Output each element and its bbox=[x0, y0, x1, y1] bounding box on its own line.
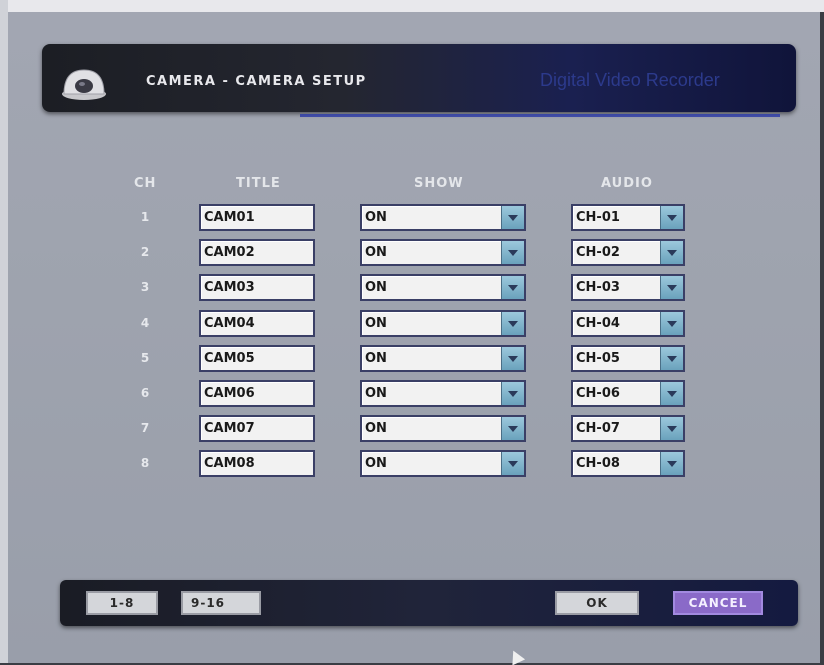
camera-title-input[interactable]: CAM05 bbox=[199, 345, 315, 372]
show-select[interactable]: ON bbox=[360, 415, 526, 442]
camera-title-input[interactable]: CAM06 bbox=[199, 380, 315, 407]
chevron-down-icon[interactable] bbox=[501, 241, 524, 264]
audio-select-value: CH-07 bbox=[576, 421, 620, 436]
show-select[interactable]: ON bbox=[360, 345, 526, 372]
audio-select[interactable]: CH-07 bbox=[571, 415, 685, 442]
chevron-down-icon[interactable] bbox=[501, 417, 524, 440]
chevron-down-icon[interactable] bbox=[660, 347, 683, 370]
dome-camera-icon bbox=[56, 64, 112, 104]
camera-title-input[interactable]: CAM04 bbox=[199, 310, 315, 337]
camera-title-input[interactable]: CAM02 bbox=[199, 239, 315, 266]
channel-number: 4 bbox=[140, 316, 150, 330]
show-select-value: ON bbox=[365, 456, 387, 471]
chevron-down-icon[interactable] bbox=[501, 382, 524, 405]
audio-select[interactable]: CH-06 bbox=[571, 380, 685, 407]
show-select[interactable]: ON bbox=[360, 450, 526, 477]
camera-title-input[interactable]: CAM08 bbox=[199, 450, 315, 477]
show-select-value: ON bbox=[365, 421, 387, 436]
channel-number: 3 bbox=[140, 280, 150, 294]
page-1-8-button[interactable]: 1-8 bbox=[86, 591, 158, 615]
audio-select[interactable]: CH-01 bbox=[571, 204, 685, 231]
page-9-16-button[interactable]: 9-16 bbox=[181, 591, 261, 615]
monitor-bezel-left bbox=[0, 0, 8, 663]
show-select-value: ON bbox=[365, 245, 387, 260]
show-select[interactable]: ON bbox=[360, 239, 526, 266]
show-select-value: ON bbox=[365, 316, 387, 331]
audio-select-value: CH-05 bbox=[576, 351, 620, 366]
chevron-down-icon[interactable] bbox=[660, 241, 683, 264]
channel-number: 6 bbox=[140, 386, 150, 400]
channel-number: 2 bbox=[140, 245, 150, 259]
chevron-down-icon[interactable] bbox=[660, 452, 683, 475]
chevron-down-icon[interactable] bbox=[501, 206, 524, 229]
channel-number: 1 bbox=[140, 210, 150, 224]
column-header-audio: AUDIO bbox=[601, 176, 653, 191]
show-select[interactable]: ON bbox=[360, 380, 526, 407]
page-title: CAMERA - CAMERA SETUP bbox=[146, 74, 367, 89]
channel-number: 8 bbox=[140, 456, 150, 470]
chevron-down-icon[interactable] bbox=[501, 347, 524, 370]
column-header-ch: CH bbox=[134, 176, 157, 191]
show-select[interactable]: ON bbox=[360, 310, 526, 337]
audio-select-value: CH-02 bbox=[576, 245, 620, 260]
show-select[interactable]: ON bbox=[360, 274, 526, 301]
show-select[interactable]: ON bbox=[360, 204, 526, 231]
chevron-down-icon[interactable] bbox=[501, 276, 524, 299]
monitor-bezel-top bbox=[0, 0, 824, 12]
column-header-show: SHOW bbox=[414, 176, 464, 191]
audio-select[interactable]: CH-05 bbox=[571, 345, 685, 372]
audio-select[interactable]: CH-02 bbox=[571, 239, 685, 266]
show-select-value: ON bbox=[365, 210, 387, 225]
show-select-value: ON bbox=[365, 351, 387, 366]
channel-number: 7 bbox=[140, 421, 150, 435]
audio-select[interactable]: CH-08 bbox=[571, 450, 685, 477]
audio-select-value: CH-06 bbox=[576, 386, 620, 401]
ok-button[interactable]: OK bbox=[555, 591, 639, 615]
camera-title-input[interactable]: CAM03 bbox=[199, 274, 315, 301]
audio-select-value: CH-01 bbox=[576, 210, 620, 225]
chevron-down-icon[interactable] bbox=[501, 312, 524, 335]
chevron-down-icon[interactable] bbox=[660, 312, 683, 335]
show-select-value: ON bbox=[365, 280, 387, 295]
show-select-value: ON bbox=[365, 386, 387, 401]
camera-title-input[interactable]: CAM07 bbox=[199, 415, 315, 442]
audio-select-value: CH-04 bbox=[576, 316, 620, 331]
camera-title-input[interactable]: CAM01 bbox=[199, 204, 315, 231]
chevron-down-icon[interactable] bbox=[660, 276, 683, 299]
chevron-down-icon[interactable] bbox=[660, 382, 683, 405]
cancel-button[interactable]: CANCEL bbox=[673, 591, 763, 615]
channel-number: 5 bbox=[140, 351, 150, 365]
audio-select[interactable]: CH-03 bbox=[571, 274, 685, 301]
audio-select-value: CH-03 bbox=[576, 280, 620, 295]
audio-select-value: CH-08 bbox=[576, 456, 620, 471]
chevron-down-icon[interactable] bbox=[660, 206, 683, 229]
column-header-title: TITLE bbox=[236, 176, 281, 191]
header-accent-line bbox=[300, 114, 780, 117]
chevron-down-icon[interactable] bbox=[660, 417, 683, 440]
brand-label: Digital Video Recorder bbox=[540, 70, 720, 90]
chevron-down-icon[interactable] bbox=[501, 452, 524, 475]
audio-select[interactable]: CH-04 bbox=[571, 310, 685, 337]
